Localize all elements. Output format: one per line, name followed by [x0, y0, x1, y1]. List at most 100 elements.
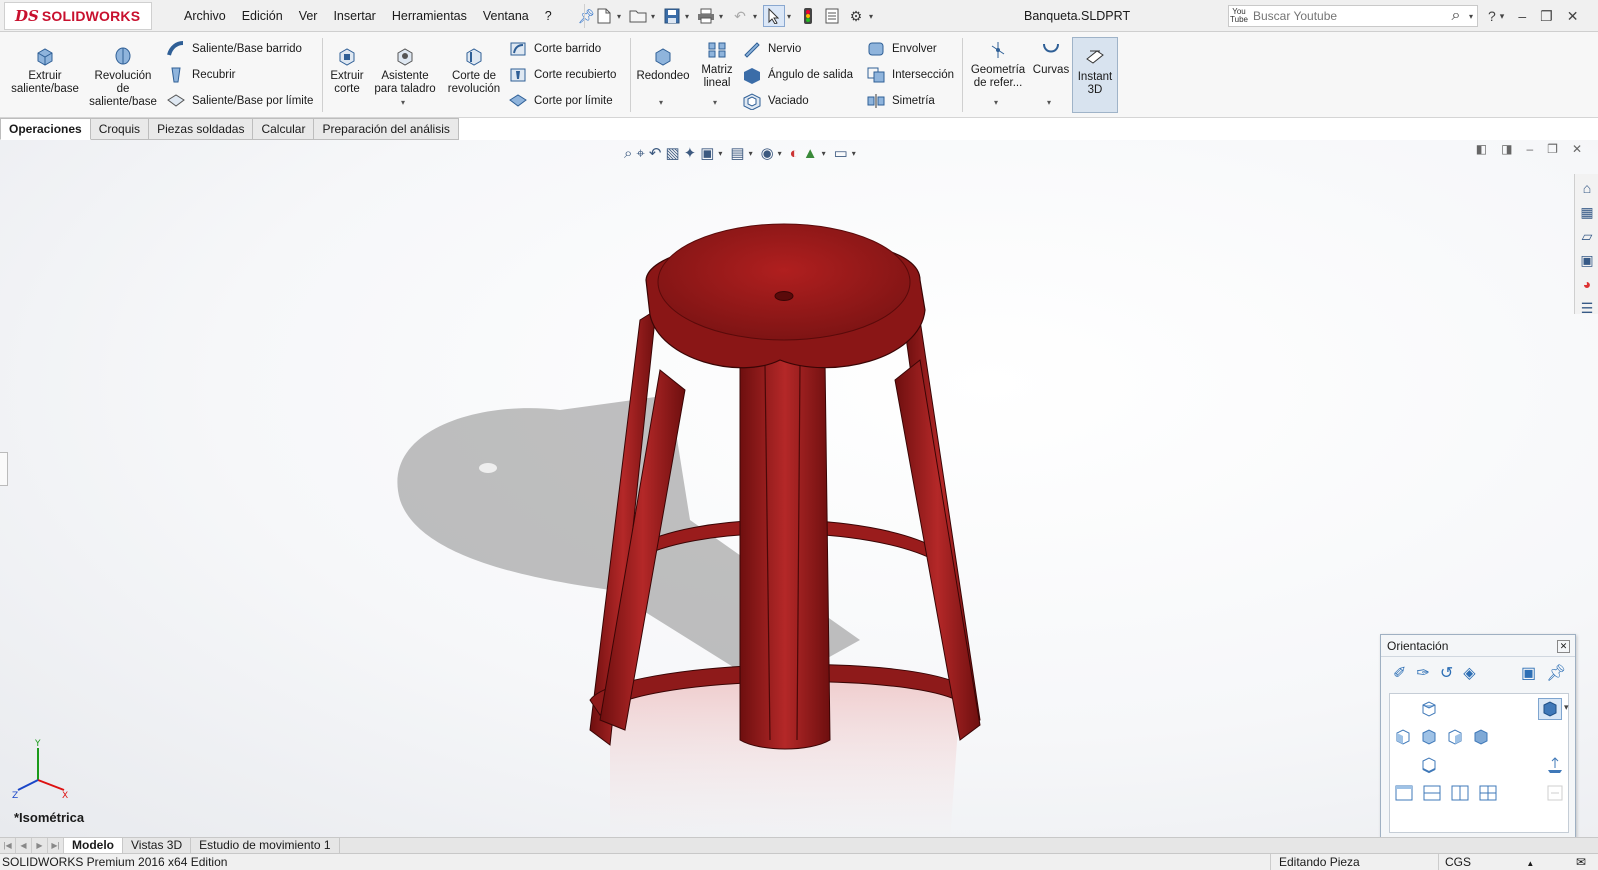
menu-help[interactable]: ?: [537, 0, 560, 32]
zoom-to-fit-icon[interactable]: ⌕: [624, 145, 632, 162]
two-view-horizontal-icon[interactable]: [1422, 784, 1441, 802]
design-library-icon[interactable]: ▦: [1577, 202, 1597, 222]
viewport-restore-icon[interactable]: ❐: [1547, 142, 1558, 156]
isometric-cube-icon[interactable]: ▣: [1521, 663, 1536, 683]
zoom-to-area-icon[interactable]: ⌖: [636, 145, 644, 162]
undo-icon[interactable]: ↶: [729, 5, 751, 27]
view-selector-icon[interactable]: ◈: [1463, 663, 1475, 683]
front-view-icon[interactable]: [1420, 728, 1438, 746]
options-dropdown-icon[interactable]: ▾: [869, 12, 877, 21]
instant3d-button[interactable]: Instant 3D: [1072, 37, 1118, 113]
help-icon[interactable]: ?: [1488, 8, 1496, 24]
isometric-dropdown-icon[interactable]: ▾: [1564, 702, 1582, 720]
revolucion-saliente-button[interactable]: Revolución de saliente/base: [88, 46, 158, 109]
display-style-dropdown-icon[interactable]: ▾: [749, 149, 757, 158]
apply-scene-dropdown-icon[interactable]: ▾: [822, 149, 830, 158]
curvas-button[interactable]: Curvas: [1032, 40, 1070, 77]
file-properties-icon[interactable]: [821, 5, 843, 27]
corte-barrido-button[interactable]: Corte barrido: [508, 38, 601, 60]
isometric-view-icon[interactable]: [1538, 698, 1562, 720]
view-palette-icon[interactable]: ▣: [1577, 250, 1597, 270]
redondeo-dropdown-icon[interactable]: ▾: [659, 98, 663, 107]
vaciado-button[interactable]: Vaciado: [742, 90, 809, 112]
last-tab-icon[interactable]: ▶|: [48, 838, 64, 853]
feature-manager-grip[interactable]: [0, 452, 8, 486]
file-explorer-icon[interactable]: ▱: [1577, 226, 1597, 246]
close-icon[interactable]: ✕: [1567, 8, 1579, 25]
section-view-icon[interactable]: ▧: [665, 144, 679, 162]
view-settings-dropdown-icon[interactable]: ▾: [852, 149, 860, 158]
open-dropdown-icon[interactable]: ▾: [651, 12, 659, 21]
undo-dropdown-icon[interactable]: ▾: [753, 12, 761, 21]
display-style-icon[interactable]: ▤: [730, 144, 744, 162]
update-standard-views-icon[interactable]: ✑: [1416, 663, 1429, 683]
restore-icon[interactable]: ❐: [1540, 8, 1553, 25]
previous-view-icon[interactable]: ↶: [649, 144, 662, 162]
simetria-button[interactable]: Simetría: [866, 90, 935, 112]
nervio-button[interactable]: Nervio: [742, 38, 801, 60]
viewport-close-icon[interactable]: ✕: [1572, 142, 1582, 156]
back-view-icon[interactable]: [1472, 728, 1490, 746]
new-dropdown-icon[interactable]: ▾: [617, 12, 625, 21]
appearances-icon[interactable]: ◕: [1577, 274, 1597, 294]
corte-revolucion-button[interactable]: Corte de revolución: [444, 46, 504, 96]
menu-edicion[interactable]: Edición: [234, 0, 291, 32]
matriz-lineal-dropdown-icon[interactable]: ▾: [713, 98, 717, 107]
asistente-taladro-dropdown-icon[interactable]: ▾: [401, 98, 405, 107]
left-view-icon[interactable]: [1394, 728, 1412, 746]
rebuild-traffic-light-icon[interactable]: [797, 5, 819, 27]
next-tab-icon[interactable]: ▶: [32, 838, 48, 853]
tab-piezas-soldadas[interactable]: Piezas soldadas: [149, 118, 254, 140]
save-icon[interactable]: [661, 5, 683, 27]
angulo-salida-button[interactable]: Ángulo de salida: [742, 64, 853, 86]
options-gear-icon[interactable]: ⚙: [845, 5, 867, 27]
search-icon[interactable]: ⌕: [1443, 7, 1469, 25]
extruir-saliente-button[interactable]: Extruir saliente/base: [10, 46, 80, 96]
tab-croquis[interactable]: Croquis: [90, 118, 150, 140]
dynamic-annotation-icon[interactable]: ✦: [684, 144, 697, 162]
tab-calcular[interactable]: Calcular: [253, 118, 315, 140]
print-icon[interactable]: [695, 5, 717, 27]
redondeo-button[interactable]: Redondeo: [634, 46, 692, 83]
search-dropdown-icon[interactable]: ▾: [1469, 12, 1477, 21]
youtube-search-input[interactable]: [1249, 9, 1443, 23]
help-dropdown-icon[interactable]: ▾: [1500, 11, 1505, 22]
view-settings-icon[interactable]: ▭: [834, 144, 848, 162]
menu-archivo[interactable]: Archivo: [176, 0, 234, 32]
hide-show-dropdown-icon[interactable]: ▾: [778, 149, 786, 158]
unit-system[interactable]: CGS ▲: [1438, 854, 1568, 870]
geometria-dropdown-icon[interactable]: ▾: [994, 98, 998, 107]
stool-model[interactable]: [360, 220, 1020, 837]
first-tab-icon[interactable]: |◀: [0, 838, 16, 853]
top-view-icon[interactable]: [1420, 700, 1438, 718]
menu-ventana[interactable]: Ventana: [475, 0, 537, 32]
tab-preparacion-analisis[interactable]: Preparación del análisis: [314, 118, 459, 140]
viewport-collapse-left-icon[interactable]: ◧: [1476, 142, 1487, 156]
save-dropdown-icon[interactable]: ▾: [685, 12, 693, 21]
tab-vistas-3d[interactable]: Vistas 3D: [123, 838, 192, 853]
recubrir-button[interactable]: Recubrir: [166, 64, 235, 86]
orientation-close-icon[interactable]: ✕: [1557, 640, 1570, 653]
single-view-icon[interactable]: [1394, 784, 1413, 802]
viewport-minimize-icon[interactable]: –: [1526, 142, 1533, 156]
asistente-taladro-button[interactable]: Asistente para taladro: [370, 46, 440, 96]
solidworks-logo[interactable]: DS SOLIDWORKS: [4, 2, 152, 30]
new-document-icon[interactable]: [593, 5, 615, 27]
normal-to-icon[interactable]: [1546, 756, 1564, 774]
minimize-icon[interactable]: –: [1518, 8, 1526, 24]
print-dropdown-icon[interactable]: ▾: [719, 12, 727, 21]
envolver-button[interactable]: Envolver: [866, 38, 937, 60]
bottom-view-icon[interactable]: [1420, 756, 1438, 774]
status-message-icon[interactable]: ✉: [1576, 854, 1586, 870]
view-orientation-dropdown-icon[interactable]: ▾: [718, 149, 726, 158]
select-cursor-icon[interactable]: [763, 5, 785, 27]
tab-modelo[interactable]: Modelo: [64, 838, 123, 853]
two-view-vertical-icon[interactable]: [1450, 784, 1469, 802]
viewport-collapse-right-icon[interactable]: ◨: [1501, 142, 1512, 156]
tab-operaciones[interactable]: Operaciones: [0, 118, 91, 140]
matriz-lineal-button[interactable]: Matriz lineal: [698, 40, 736, 90]
view-orientation-icon[interactable]: ▣: [700, 144, 714, 162]
new-view-icon[interactable]: ✐: [1393, 663, 1406, 683]
graphics-area[interactable]: ⌕ ⌖ ↶ ▧ ✦ ▣ ▾ ▤ ▾ ◉ ▾ ◐ ▲ ▾ ▭ ▾ ◧ ◨ – ❐ ✕: [0, 140, 1598, 837]
select-dropdown-icon[interactable]: ▾: [787, 12, 795, 21]
